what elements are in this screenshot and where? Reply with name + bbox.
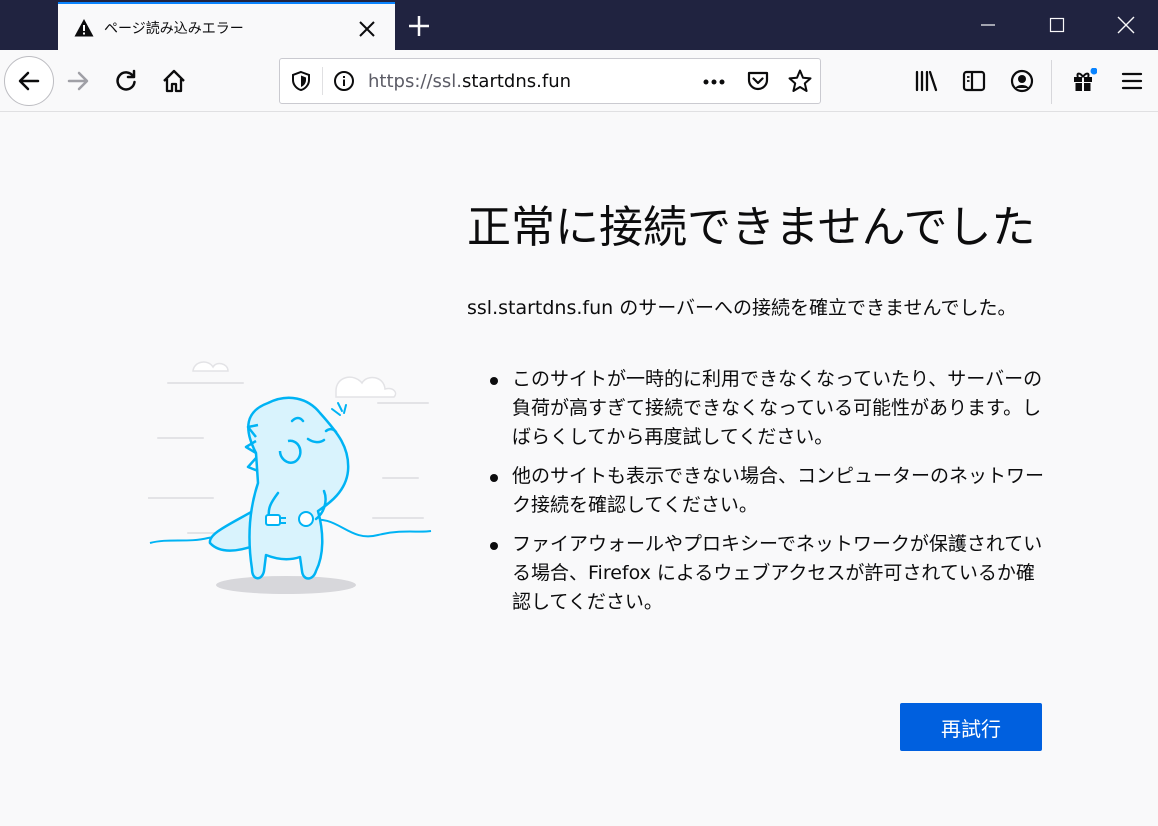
error-page: 正常に接続できませんでした ssl.startdns.fun のサーバーへの接続… xyxy=(0,113,1158,826)
url-bar-separator xyxy=(322,67,323,95)
library-icon[interactable] xyxy=(913,68,939,94)
shield-icon[interactable] xyxy=(290,70,312,92)
list-item: このサイトが一時的に利用できなくなっていたり、サーバーの負荷が高すぎて接続できな… xyxy=(490,365,1050,452)
gift-icon[interactable] xyxy=(1071,68,1097,94)
pocket-icon[interactable] xyxy=(746,69,770,93)
back-icon xyxy=(18,71,40,91)
list-item: 他のサイトも表示できない場合、コンピューターのネットワーク接続を確認してください… xyxy=(490,462,1050,520)
menu-icon[interactable] xyxy=(1119,68,1145,94)
account-icon[interactable] xyxy=(1009,68,1035,94)
back-button[interactable] xyxy=(4,56,54,106)
unplugged-dinosaur-illustration xyxy=(148,361,432,594)
reload-icon[interactable] xyxy=(113,68,139,94)
sidebar-icon[interactable] xyxy=(961,68,987,94)
plus-icon[interactable] xyxy=(406,13,432,39)
maximize-icon[interactable] xyxy=(1044,12,1070,38)
error-title: 正常に接続できませんでした xyxy=(467,202,1036,253)
url-bar[interactable]: https://ssl.startdns.fun xyxy=(279,58,821,104)
list-item: ファイアウォールやプロキシーでネットワークが保護されている場合、Firefox … xyxy=(490,530,1050,617)
more-icon[interactable] xyxy=(701,71,727,93)
forward-icon[interactable] xyxy=(65,68,91,94)
tab-title: ページ読み込みエラー xyxy=(104,21,244,37)
home-icon[interactable] xyxy=(161,68,187,94)
error-suggestions: このサイトが一時的に利用できなくなっていたり、サーバーの負荷が高すぎて接続できな… xyxy=(490,365,1050,627)
close-icon[interactable] xyxy=(1113,12,1139,38)
info-icon[interactable] xyxy=(333,70,355,92)
star-icon[interactable] xyxy=(787,68,813,94)
error-description: ssl.startdns.fun のサーバーへの接続を確立できませんでした。 xyxy=(467,297,1017,319)
navigation-toolbar: https://ssl.startdns.fun xyxy=(0,50,1158,112)
minimize-icon[interactable] xyxy=(975,12,1001,38)
title-bar: ページ読み込みエラー xyxy=(0,0,1158,50)
warning-icon xyxy=(74,19,94,37)
tab-page-load-error[interactable]: ページ読み込みエラー xyxy=(58,2,395,50)
url-text[interactable]: https://ssl.startdns.fun xyxy=(368,71,571,92)
retry-button[interactable]: 再試行 xyxy=(900,703,1042,751)
close-icon[interactable] xyxy=(356,18,378,40)
toolbar-separator xyxy=(1051,60,1052,104)
